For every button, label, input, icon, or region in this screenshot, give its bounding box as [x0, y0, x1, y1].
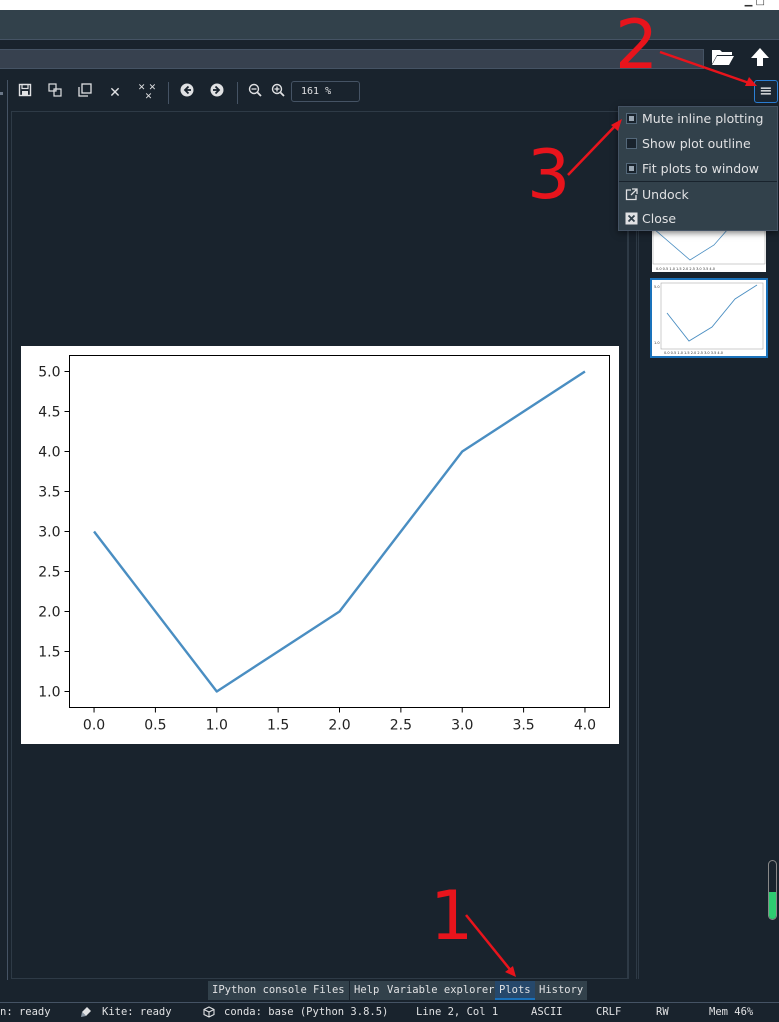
x-tick-label: 3.0: [451, 718, 473, 734]
checkbox-checked[interactable]: [626, 163, 637, 174]
remove-icon[interactable]: ✕: [105, 83, 125, 103]
menu-item-fit-plots-to-window[interactable]: Fit plots to window: [619, 157, 777, 181]
status-bar: n: ready Kite: ready conda: base (Python…: [0, 1002, 779, 1022]
y-tick-label: 2.0: [38, 605, 60, 621]
conda-icon: [203, 1006, 215, 1021]
y-tick-label: 3.0: [38, 525, 60, 541]
thumbnail-panel[interactable]: 0.0 0.5 1.0 1.5 2.0 2.5 3.0 3.5 4.0 5.0 1…: [638, 111, 779, 979]
open-folder-icon[interactable]: [710, 46, 736, 72]
window-controls[interactable]: ▁ □: [745, 0, 765, 7]
zoom-out-icon[interactable]: [245, 83, 265, 103]
svg-text:0.0 0.5 1.0 1.5 2.0 2.5 3.0 3.: 0.0 0.5 1.0 1.5 2.0 2.5 3.0 3.5 4.0: [656, 267, 715, 271]
y-tick-label: 1.5: [38, 645, 60, 661]
kite-status: Kite: ready: [102, 1006, 172, 1018]
arrow-up-icon[interactable]: [747, 46, 773, 72]
y-tick-label: 5.0: [38, 365, 60, 381]
y-tick-label: 1.0: [38, 685, 60, 701]
next-icon[interactable]: [207, 83, 227, 103]
x-tick-label: 3.5: [512, 718, 534, 734]
x-tick-label: 2.5: [390, 718, 412, 734]
lsp-status: n: ready: [0, 1006, 51, 1018]
x-tick-label: 1.5: [267, 718, 289, 734]
menu-item-mute-inline-plotting[interactable]: Mute inline plotting: [619, 107, 777, 131]
close-icon: [624, 207, 638, 233]
tab-files[interactable]: Files: [309, 981, 349, 1000]
y-tick-label: 4.0: [38, 445, 60, 461]
title-bar: [0, 10, 779, 40]
conda-status: conda: base (Python 3.8.5): [224, 1006, 389, 1018]
line-chart: 1.0 1.5 2.0 2.5 3.0 3.5 4.0 4.5 5.0 0.0 0.5 1.0 1.5…: [38, 355, 610, 734]
x-tick-label: 4.0: [574, 718, 596, 734]
svg-text:1.0: 1.0: [654, 341, 660, 345]
memory-gauge: [768, 860, 777, 920]
tab-history[interactable]: History: [535, 981, 588, 1000]
left-splitter[interactable]: [0, 80, 8, 980]
options-menu: Mute inline plotting Show plot outline F…: [618, 106, 778, 231]
annotation-number-1: 1: [430, 877, 474, 956]
checkbox-unchecked[interactable]: [626, 138, 637, 149]
y-tick-label: 4.5: [38, 405, 60, 421]
y-tick-label: 3.5: [38, 485, 60, 501]
options-menu-button[interactable]: ≡: [754, 80, 778, 103]
tab-help[interactable]: Help: [350, 981, 384, 1000]
window-top-strip: ▁ □: [0, 0, 779, 10]
series-line: [93, 370, 586, 693]
remove-all-icon[interactable]: ✕ ✕ ✕: [137, 83, 157, 103]
tab-variable-explorer[interactable]: Variable explorer: [383, 981, 499, 1000]
undock-icon: [624, 183, 638, 209]
x-tick-label: 1.0: [206, 718, 228, 734]
memory-usage: Mem 46%: [709, 1006, 754, 1018]
svg-text:5.0: 5.0: [654, 285, 660, 289]
x-tick-label: 0.5: [144, 718, 166, 734]
annotation-number-3: 3: [527, 136, 571, 215]
menu-separator: [619, 181, 777, 182]
plot-thumbnail-selected[interactable]: 5.0 1.0 0.0 0.5 1.0 1.5 2.0 2.5 3.0 3.5 4.…: [650, 278, 768, 358]
previous-icon[interactable]: [177, 83, 197, 103]
svg-text:0.0 0.5 1.0 1.5 2.0 2.5 3.0 3.: 0.0 0.5 1.0 1.5 2.0 2.5 3.0 3.5 4.0: [664, 351, 723, 355]
zoom-level-field[interactable]: 161 %: [291, 81, 360, 102]
save-all-icon[interactable]: [45, 83, 65, 103]
file-encoding: ASCII: [531, 1006, 563, 1018]
y-tick-label: 2.5: [38, 565, 60, 581]
zoom-in-icon[interactable]: [268, 83, 288, 103]
annotation-number-2: 2: [615, 6, 659, 85]
checkbox-checked[interactable]: [626, 113, 637, 124]
menu-item-undock[interactable]: Undock: [619, 183, 777, 207]
plots-toolbar: ✕ ✕ ✕ ✕ 161 %: [11, 78, 779, 108]
eol-mode: CRLF: [596, 1006, 622, 1018]
plot-figure: 1.0 1.5 2.0 2.5 3.0 3.5 4.0 4.5 5.0 0.0 0.5 1.0 1.5…: [21, 346, 619, 744]
cursor-position: Line 2, Col 1: [416, 1006, 499, 1018]
thumbnail-splitter[interactable]: [628, 111, 637, 979]
save-icon[interactable]: [15, 83, 35, 103]
working-directory-input[interactable]: [0, 49, 704, 69]
menu-item-close[interactable]: Close: [619, 207, 777, 231]
tab-ipython-console[interactable]: IPython console: [208, 981, 311, 1000]
x-tick-label: 2.0: [328, 718, 350, 734]
plot-thumbnail[interactable]: 0.0 0.5 1.0 1.5 2.0 2.5 3.0 3.5 4.0: [652, 228, 766, 272]
tab-plots[interactable]: Plots: [495, 981, 535, 1000]
copy-icon[interactable]: [75, 83, 95, 103]
menu-item-show-plot-outline[interactable]: Show plot outline: [619, 132, 777, 156]
x-tick-label: 0.0: [83, 718, 105, 734]
kite-icon: [80, 1006, 92, 1021]
file-permissions: RW: [656, 1006, 669, 1018]
hamburger-menu-icon: ≡: [759, 81, 773, 100]
